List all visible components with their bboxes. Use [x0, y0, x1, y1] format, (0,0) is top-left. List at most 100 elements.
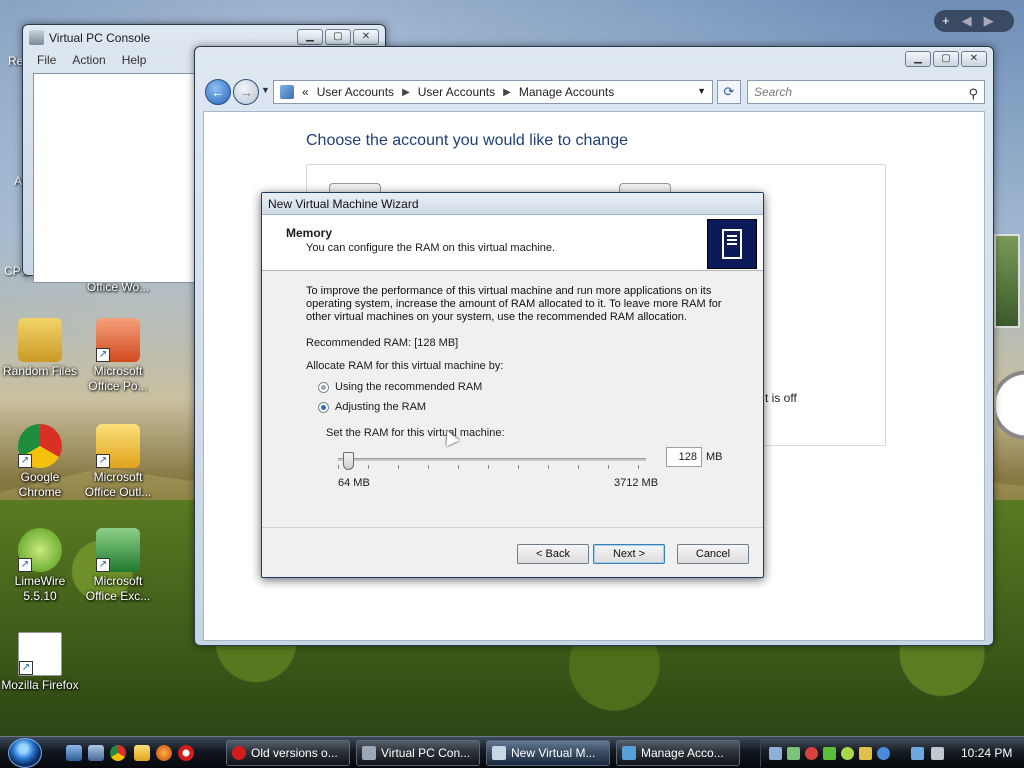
radio-label: Using the recommended RAM — [335, 381, 483, 393]
computer-tower-icon — [707, 219, 757, 269]
chrome-quicklaunch-icon[interactable] — [110, 745, 126, 761]
security-alert-tray-icon[interactable] — [805, 747, 818, 760]
breadcrumb-manage-accounts[interactable]: Manage Accounts — [519, 85, 614, 99]
breadcrumb-overflow[interactable]: « — [302, 85, 309, 99]
green-tray-icon[interactable] — [823, 747, 836, 760]
help-tray-icon[interactable] — [877, 747, 890, 760]
connection-tray-icon[interactable] — [911, 747, 924, 760]
slider-ticks — [338, 465, 646, 469]
minimize-button[interactable]: ▁ — [905, 51, 931, 67]
desktop-icon-office-excel[interactable]: ↗ Microsoft Office Exc... — [78, 528, 158, 604]
close-button[interactable]: ✕ — [961, 51, 987, 67]
task-opera[interactable]: Old versions o... — [226, 740, 350, 766]
task-virtual-pc-console[interactable]: Virtual PC Con... — [356, 740, 480, 766]
virtual-pc-icon — [492, 746, 506, 760]
system-clock[interactable]: 10:24 PM — [961, 739, 1012, 767]
desktop-icon-limewire[interactable]: ↗ LimeWire 5.5.10 — [0, 528, 80, 604]
sidebar-gadget-controls[interactable]: + ◀ ▶ — [934, 10, 1014, 32]
system-tray: 10:24 PM — [760, 739, 1024, 767]
app-tray-icon[interactable] — [859, 747, 872, 760]
desktop-icon-office-powerpoint[interactable]: ↗ Microsoft Office Po... — [78, 318, 158, 394]
radio-button-icon[interactable] — [318, 401, 329, 413]
desktop-icon-office-outlook[interactable]: ↗ Microsoft Office Outl... — [78, 424, 158, 500]
back-button[interactable]: < Back — [517, 544, 589, 564]
task-manage-accounts[interactable]: Manage Acco... — [616, 740, 740, 766]
search-box[interactable]: Search ⚲ — [747, 80, 985, 104]
volume-muted-icon[interactable] — [931, 747, 944, 760]
ram-min-label: 64 MB — [338, 477, 370, 489]
menu-help[interactable]: Help — [122, 51, 147, 69]
desktop-icon-mozilla-firefox[interactable]: ↗ Mozilla Firefox — [0, 632, 80, 693]
breadcrumb-user-accounts[interactable]: User Accounts — [317, 85, 394, 99]
wizard-header: Memory You can configure the RAM on this… — [262, 215, 763, 271]
powerpoint-icon: ↗ — [96, 318, 140, 362]
show-desktop-icon[interactable] — [66, 745, 82, 761]
shortcut-arrow-icon: ↗ — [96, 558, 110, 572]
search-icon[interactable]: ⚲ — [968, 83, 978, 105]
previous-icon[interactable]: ◀ — [962, 10, 972, 32]
opera-icon — [232, 746, 246, 760]
new-virtual-machine-wizard[interactable]: New Virtual Machine Wizard Memory You ca… — [261, 192, 764, 578]
address-bar[interactable]: « User Accounts ▶ User Accounts ▶ Manage… — [273, 80, 713, 104]
desktop-icon-random-files[interactable]: Random Files — [0, 318, 80, 379]
desktop-icon-google-chrome[interactable]: ↗ Google Chrome — [0, 424, 80, 500]
network-tray-icon[interactable] — [769, 747, 782, 760]
next-button[interactable]: Next > — [593, 544, 665, 564]
clock-gadget — [996, 360, 1024, 450]
maximize-button[interactable]: ▢ — [933, 51, 959, 67]
folder-icon — [18, 318, 62, 362]
refresh-button[interactable]: ⟳ — [717, 80, 741, 104]
outlook-quicklaunch-icon[interactable] — [134, 745, 150, 761]
menu-action[interactable]: Action — [72, 51, 105, 69]
user-accounts-icon — [622, 746, 636, 760]
recommended-ram-text: Recommended RAM: [128 MB] — [306, 337, 459, 349]
cancel-button[interactable]: Cancel — [677, 544, 749, 564]
search-placeholder: Search — [754, 85, 793, 99]
virtual-pc-icon — [29, 30, 44, 45]
slideshow-gadget[interactable] — [994, 234, 1020, 328]
breadcrumb-separator-icon[interactable]: ▶ — [503, 87, 511, 98]
menu-file[interactable]: File — [37, 51, 56, 69]
shortcut-arrow-icon: ↗ — [96, 348, 110, 362]
virtual-machine-list[interactable] — [33, 73, 195, 283]
wizard-footer: < Back Next > Cancel — [262, 527, 763, 577]
window-title: Virtual PC Console — [49, 31, 151, 45]
ram-slider[interactable] — [338, 452, 646, 470]
account-status-text: t is off — [765, 391, 797, 405]
wizard-step-subtitle: You can configure the RAM on this virtua… — [306, 242, 556, 254]
recent-pages-dropdown-icon[interactable]: ▼ — [261, 85, 270, 95]
virtual-pc-icon — [362, 746, 376, 760]
radio-button-icon[interactable] — [318, 381, 329, 393]
opera-quicklaunch-icon[interactable] — [178, 745, 194, 761]
desktop-partial-label: A — [14, 174, 23, 188]
limewire-icon: ↗ — [18, 528, 62, 572]
start-button[interactable] — [8, 738, 42, 768]
window-titlebar[interactable]: ▁ ▢ ✕ — [195, 47, 993, 73]
ram-amount-input[interactable]: 128 — [666, 447, 702, 467]
minimize-button[interactable]: ▁ — [297, 29, 323, 45]
page-title: Choose the account you would like to cha… — [306, 132, 628, 149]
shortcut-arrow-icon: ↗ — [18, 558, 32, 572]
firefox-quicklaunch-icon[interactable] — [156, 745, 172, 761]
task-new-virtual-machine[interactable]: New Virtual M... — [486, 740, 610, 766]
wizard-titlebar[interactable]: New Virtual Machine Wizard — [262, 193, 763, 215]
next-icon[interactable]: ▶ — [984, 10, 994, 32]
navigation-bar: ← → ▼ « User Accounts ▶ User Accounts ▶ … — [201, 77, 987, 107]
switch-windows-icon[interactable] — [88, 745, 104, 761]
memory-description: To improve the performance of this virtu… — [306, 285, 722, 323]
radio-recommended-ram[interactable]: Using the recommended RAM — [318, 381, 482, 393]
shortcut-arrow-icon: ↗ — [19, 661, 33, 675]
breadcrumb-user-accounts-2[interactable]: User Accounts — [418, 85, 495, 99]
add-gadget-icon[interactable]: + — [942, 10, 950, 32]
lime-tray-icon[interactable] — [841, 747, 854, 760]
close-button[interactable]: ✕ — [353, 29, 379, 45]
radio-adjusting-ram[interactable]: Adjusting the RAM — [318, 401, 426, 413]
breadcrumb-separator-icon[interactable]: ▶ — [402, 87, 410, 98]
maximize-button[interactable]: ▢ — [325, 29, 351, 45]
sync-tray-icon[interactable] — [787, 747, 800, 760]
excel-icon: ↗ — [96, 528, 140, 572]
address-dropdown-icon[interactable]: ▼ — [697, 86, 706, 96]
back-button[interactable]: ← — [205, 79, 231, 105]
control-panel-icon — [280, 85, 294, 99]
forward-button[interactable]: → — [233, 79, 259, 105]
